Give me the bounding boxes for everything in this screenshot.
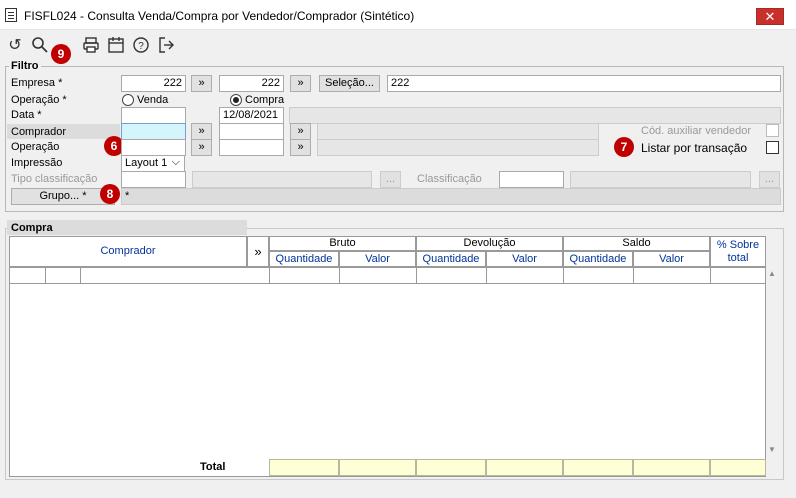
radio-venda-label: Venda: [137, 94, 169, 106]
window-document-icon: [5, 8, 17, 22]
help-icon[interactable]: ?: [131, 36, 151, 56]
comprador-label: Comprador: [11, 126, 67, 138]
column-header-bruto-quantidade[interactable]: Quantidade: [269, 251, 339, 267]
compra-legend: Compra: [11, 222, 53, 234]
impressao-label: Impressão: [11, 157, 63, 169]
empresa-to-input[interactable]: 222: [219, 75, 284, 92]
search-icon[interactable]: [30, 36, 50, 56]
classificacao-label: Classificação: [417, 173, 482, 185]
total-saldo-quantidade: [563, 459, 633, 476]
operacao-description-field: [317, 139, 599, 156]
column-header-saldo-valor[interactable]: Valor: [633, 251, 710, 267]
data-description-field: [289, 107, 781, 124]
listar-transacao-checkbox[interactable]: [766, 141, 779, 154]
radio-compra-label: Compra: [245, 94, 285, 106]
column-group-bruto: Bruto: [269, 236, 416, 251]
scroll-down-icon[interactable]: ▼: [768, 445, 776, 454]
empresa-from-lookup-button[interactable]: »: [191, 75, 212, 92]
operacao-from-lookup-button[interactable]: »: [191, 139, 212, 156]
operacao2-label: Operação: [11, 141, 60, 153]
empresa-label: Empresa *: [11, 77, 63, 89]
exit-icon[interactable]: [156, 36, 176, 56]
tipo-classificacao-input[interactable]: [121, 171, 186, 188]
grupo-value-field: *: [121, 188, 781, 205]
tipo-classificacao-label: Tipo classificação: [11, 173, 98, 185]
classificacao-description: [570, 171, 751, 188]
annotation-badge-8: 8: [100, 184, 120, 204]
tipo-classificacao-dots-button[interactable]: ...: [380, 171, 401, 188]
data-from-input[interactable]: [121, 107, 186, 124]
cod-auxiliar-checkbox[interactable]: [766, 124, 779, 137]
total-bruto-quantidade: [269, 459, 339, 476]
annotation-badge-7: 7: [614, 137, 634, 157]
column-header-saldo-quantidade[interactable]: Quantidade: [563, 251, 633, 267]
print-icon[interactable]: [81, 36, 101, 56]
close-button[interactable]: ✕: [756, 8, 784, 25]
data-label: Data *: [11, 109, 42, 121]
scroll-up-icon[interactable]: ▲: [768, 269, 776, 278]
calendar-icon[interactable]: [106, 36, 126, 56]
total-pct: [710, 459, 766, 476]
total-devolucao-valor: [486, 459, 563, 476]
comprador-from-lookup-button[interactable]: »: [191, 123, 212, 140]
column-header-devolucao-valor[interactable]: Valor: [486, 251, 563, 267]
selecao-button[interactable]: Seleção...: [319, 75, 380, 92]
tipo-classificacao-description: [192, 171, 372, 188]
expand-columns-button[interactable]: »: [247, 236, 269, 267]
total-bruto-valor: [339, 459, 416, 476]
chevron-down-icon: ⌵: [171, 156, 180, 168]
column-group-saldo: Saldo: [563, 236, 710, 251]
radio-compra[interactable]: [230, 94, 242, 106]
table-row[interactable]: [9, 267, 766, 284]
annotation-badge-9: 9: [51, 44, 71, 64]
column-header-bruto-valor[interactable]: Valor: [339, 251, 416, 267]
column-group-devolucao: Devolução: [416, 236, 563, 251]
operacao-from-input[interactable]: [121, 139, 186, 156]
data-grid[interactable]: [9, 267, 766, 477]
svg-text:?: ?: [138, 41, 144, 52]
total-saldo-valor: [633, 459, 710, 476]
operacao-to-lookup-button[interactable]: »: [290, 139, 311, 156]
data-to-input[interactable]: 12/08/2021: [219, 107, 284, 124]
cod-auxiliar-label: Cód. auxiliar vendedor: [641, 125, 752, 137]
comprador-to-lookup-button[interactable]: »: [290, 123, 311, 140]
comprador-description-field: [317, 123, 599, 140]
impressao-select[interactable]: Layout 1 ⌵: [121, 155, 185, 172]
empresa-from-input[interactable]: 222: [121, 75, 186, 92]
radio-venda[interactable]: [122, 94, 134, 106]
operacao-to-input[interactable]: [219, 139, 284, 156]
selecao-value-field[interactable]: 222: [387, 75, 781, 92]
filtro-legend: Filtro: [9, 60, 41, 72]
listar-transacao-label: Listar por transação: [641, 141, 748, 155]
column-header-pct-sobre-total[interactable]: % Sobre total: [710, 236, 766, 267]
vertical-scrollbar[interactable]: ▲ ▼: [766, 267, 779, 457]
window-title: FISFL024 - Consulta Venda/Compra por Ven…: [24, 9, 415, 23]
classificacao-input[interactable]: [499, 171, 564, 188]
comprador-from-input[interactable]: [121, 123, 186, 140]
column-header-devolucao-quantidade[interactable]: Quantidade: [416, 251, 486, 267]
empresa-to-lookup-button[interactable]: »: [290, 75, 311, 92]
classificacao-dots-button[interactable]: ...: [759, 171, 780, 188]
total-devolucao-quantidade: [416, 459, 486, 476]
operacao-label: Operação *: [11, 94, 67, 106]
column-header-comprador[interactable]: Comprador: [9, 236, 247, 267]
undo-icon[interactable]: ↺: [5, 36, 25, 56]
impressao-select-value: Layout 1: [125, 157, 168, 169]
comprador-to-input[interactable]: [219, 123, 284, 140]
total-label: Total: [200, 461, 226, 473]
